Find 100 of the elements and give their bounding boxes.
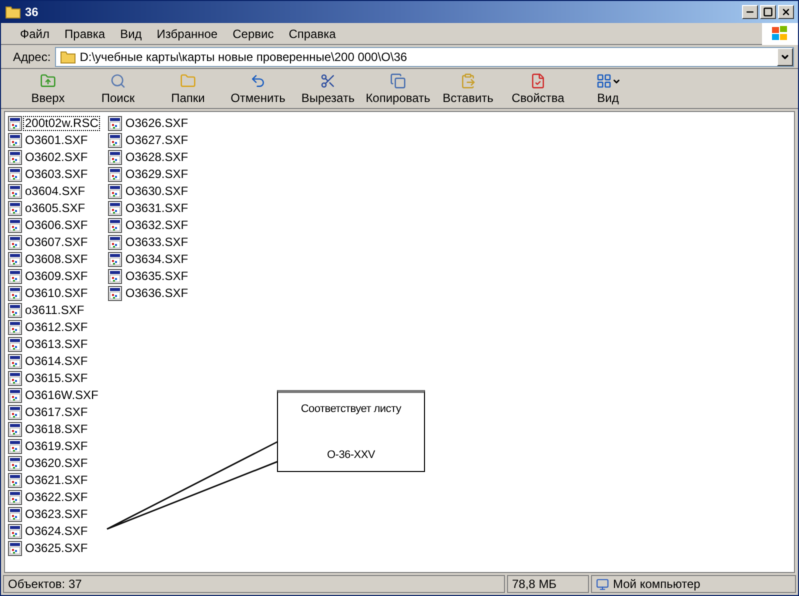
document-check-icon xyxy=(530,73,546,89)
file-icon xyxy=(108,150,122,165)
file-item[interactable]: O3603.SXF xyxy=(8,166,100,183)
file-icon xyxy=(8,269,22,284)
file-icon xyxy=(108,235,122,250)
file-item[interactable]: O3609.SXF xyxy=(8,268,100,285)
caret-icon xyxy=(612,76,620,86)
file-icon xyxy=(108,167,122,182)
file-icon xyxy=(108,269,122,284)
file-item[interactable]: O3630.SXF xyxy=(108,183,190,200)
file-icon xyxy=(108,133,122,148)
file-item[interactable]: o3611.SXF xyxy=(8,302,100,319)
toolbar-button[interactable]: Отменить xyxy=(223,70,293,108)
clipboard-icon xyxy=(460,73,476,89)
dropdown-button[interactable] xyxy=(777,48,793,66)
menu-item[interactable]: Избранное xyxy=(150,24,225,42)
file-icon xyxy=(8,116,22,131)
file-item[interactable]: o3605.SXF xyxy=(8,200,100,217)
file-item[interactable]: O3617.SXF xyxy=(8,404,100,421)
file-item[interactable]: O3624.SXF xyxy=(8,523,100,540)
file-item[interactable]: O3622.SXF xyxy=(8,489,100,506)
status-zone: Мой компьютер xyxy=(613,576,700,593)
file-item[interactable]: O3621.SXF xyxy=(8,472,100,489)
search-icon xyxy=(110,73,126,89)
file-item[interactable]: O3620.SXF xyxy=(8,455,100,472)
file-icon xyxy=(108,252,122,267)
file-item[interactable]: O3629.SXF xyxy=(108,166,190,183)
file-item[interactable]: o3604.SXF xyxy=(8,183,100,200)
file-icon xyxy=(8,337,22,352)
file-item[interactable]: O3632.SXF xyxy=(108,217,190,234)
file-item[interactable]: O3626.SXF xyxy=(108,115,190,132)
toolbar-button[interactable]: Вставить xyxy=(433,70,503,108)
file-icon xyxy=(8,388,22,403)
menu-item[interactable]: Правка xyxy=(58,24,112,42)
file-icon xyxy=(108,286,122,301)
toolbar-button[interactable]: Поиск xyxy=(83,70,153,108)
file-item[interactable]: O3610.SXF xyxy=(8,285,100,302)
address-field[interactable]: D:\учебные карты\карты новые проверенные\200 000\O\36 xyxy=(54,46,794,66)
toolbar-button[interactable]: Папки xyxy=(153,70,223,108)
file-icon xyxy=(8,439,22,454)
file-item[interactable]: O3608.SXF xyxy=(8,251,100,268)
file-item[interactable]: O3633.SXF xyxy=(108,234,190,251)
file-icon xyxy=(8,252,22,267)
menu-item[interactable]: Файл xyxy=(13,24,57,42)
file-item[interactable]: O3602.SXF xyxy=(8,149,100,166)
file-icon xyxy=(108,184,122,199)
toolbar-button[interactable]: Вверх xyxy=(13,70,83,108)
file-item[interactable]: O3606.SXF xyxy=(8,217,100,234)
minimize-button[interactable] xyxy=(742,5,758,19)
file-item[interactable]: O3607.SXF xyxy=(8,234,100,251)
toolbar-button[interactable]: Вырезать xyxy=(293,70,363,108)
callout-text: O-36-XXV xyxy=(327,448,375,462)
grid-icon xyxy=(596,73,612,89)
windows-logo-icon xyxy=(762,22,798,44)
maximize-button[interactable] xyxy=(760,5,776,19)
menu-item[interactable]: Сервис xyxy=(226,24,281,42)
callout-text: Соответствует листу xyxy=(300,402,402,417)
file-icon xyxy=(108,218,122,233)
file-item[interactable]: O3613.SXF xyxy=(8,336,100,353)
file-item[interactable]: O3625.SXF xyxy=(8,540,100,557)
file-item[interactable]: O3623.SXF xyxy=(8,506,100,523)
menu-item[interactable]: Вид xyxy=(113,24,149,42)
file-item[interactable]: O3628.SXF xyxy=(108,149,190,166)
file-item[interactable]: O3601.SXF xyxy=(8,132,100,149)
menu-item[interactable]: Справка xyxy=(282,24,343,42)
file-item[interactable]: O3635.SXF xyxy=(108,268,190,285)
file-item[interactable]: O3627.SXF xyxy=(108,132,190,149)
scissors-icon xyxy=(320,73,336,89)
file-icon xyxy=(8,320,22,335)
file-icon xyxy=(8,524,22,539)
close-button[interactable] xyxy=(778,5,794,19)
folder-icon xyxy=(180,73,196,89)
undo-icon xyxy=(250,73,266,89)
close-icon xyxy=(781,7,791,17)
status-size: 78,8 МБ xyxy=(507,575,589,593)
file-icon xyxy=(8,456,22,471)
file-item[interactable]: O3615.SXF xyxy=(8,370,100,387)
maximize-icon xyxy=(763,7,773,17)
folder-icon xyxy=(5,5,21,19)
file-item[interactable]: O3634.SXF xyxy=(108,251,190,268)
file-icon xyxy=(8,303,22,318)
file-icon xyxy=(108,116,122,131)
file-item[interactable]: O3612.SXF xyxy=(8,319,100,336)
toolbar-button[interactable]: Свойства xyxy=(503,70,573,108)
file-item[interactable]: O3631.SXF xyxy=(108,200,190,217)
file-item[interactable]: O3614.SXF xyxy=(8,353,100,370)
file-item[interactable]: O3616W.SXF xyxy=(8,387,100,404)
file-item[interactable]: O3618.SXF xyxy=(8,421,100,438)
toolbar-button[interactable]: Копировать xyxy=(363,70,433,108)
toolbar-button[interactable]: Вид xyxy=(573,70,643,108)
folder-up-icon xyxy=(40,73,56,89)
file-item[interactable]: O3619.SXF xyxy=(8,438,100,455)
file-item[interactable]: O3636.SXF xyxy=(108,285,190,302)
address-label: Адрес: xyxy=(12,48,51,66)
file-icon xyxy=(8,218,22,233)
folder-icon xyxy=(60,50,76,64)
file-item[interactable]: 200t02w.RSC xyxy=(8,115,100,132)
file-icon xyxy=(8,150,22,165)
file-icon xyxy=(108,201,122,216)
file-icon xyxy=(8,201,22,216)
